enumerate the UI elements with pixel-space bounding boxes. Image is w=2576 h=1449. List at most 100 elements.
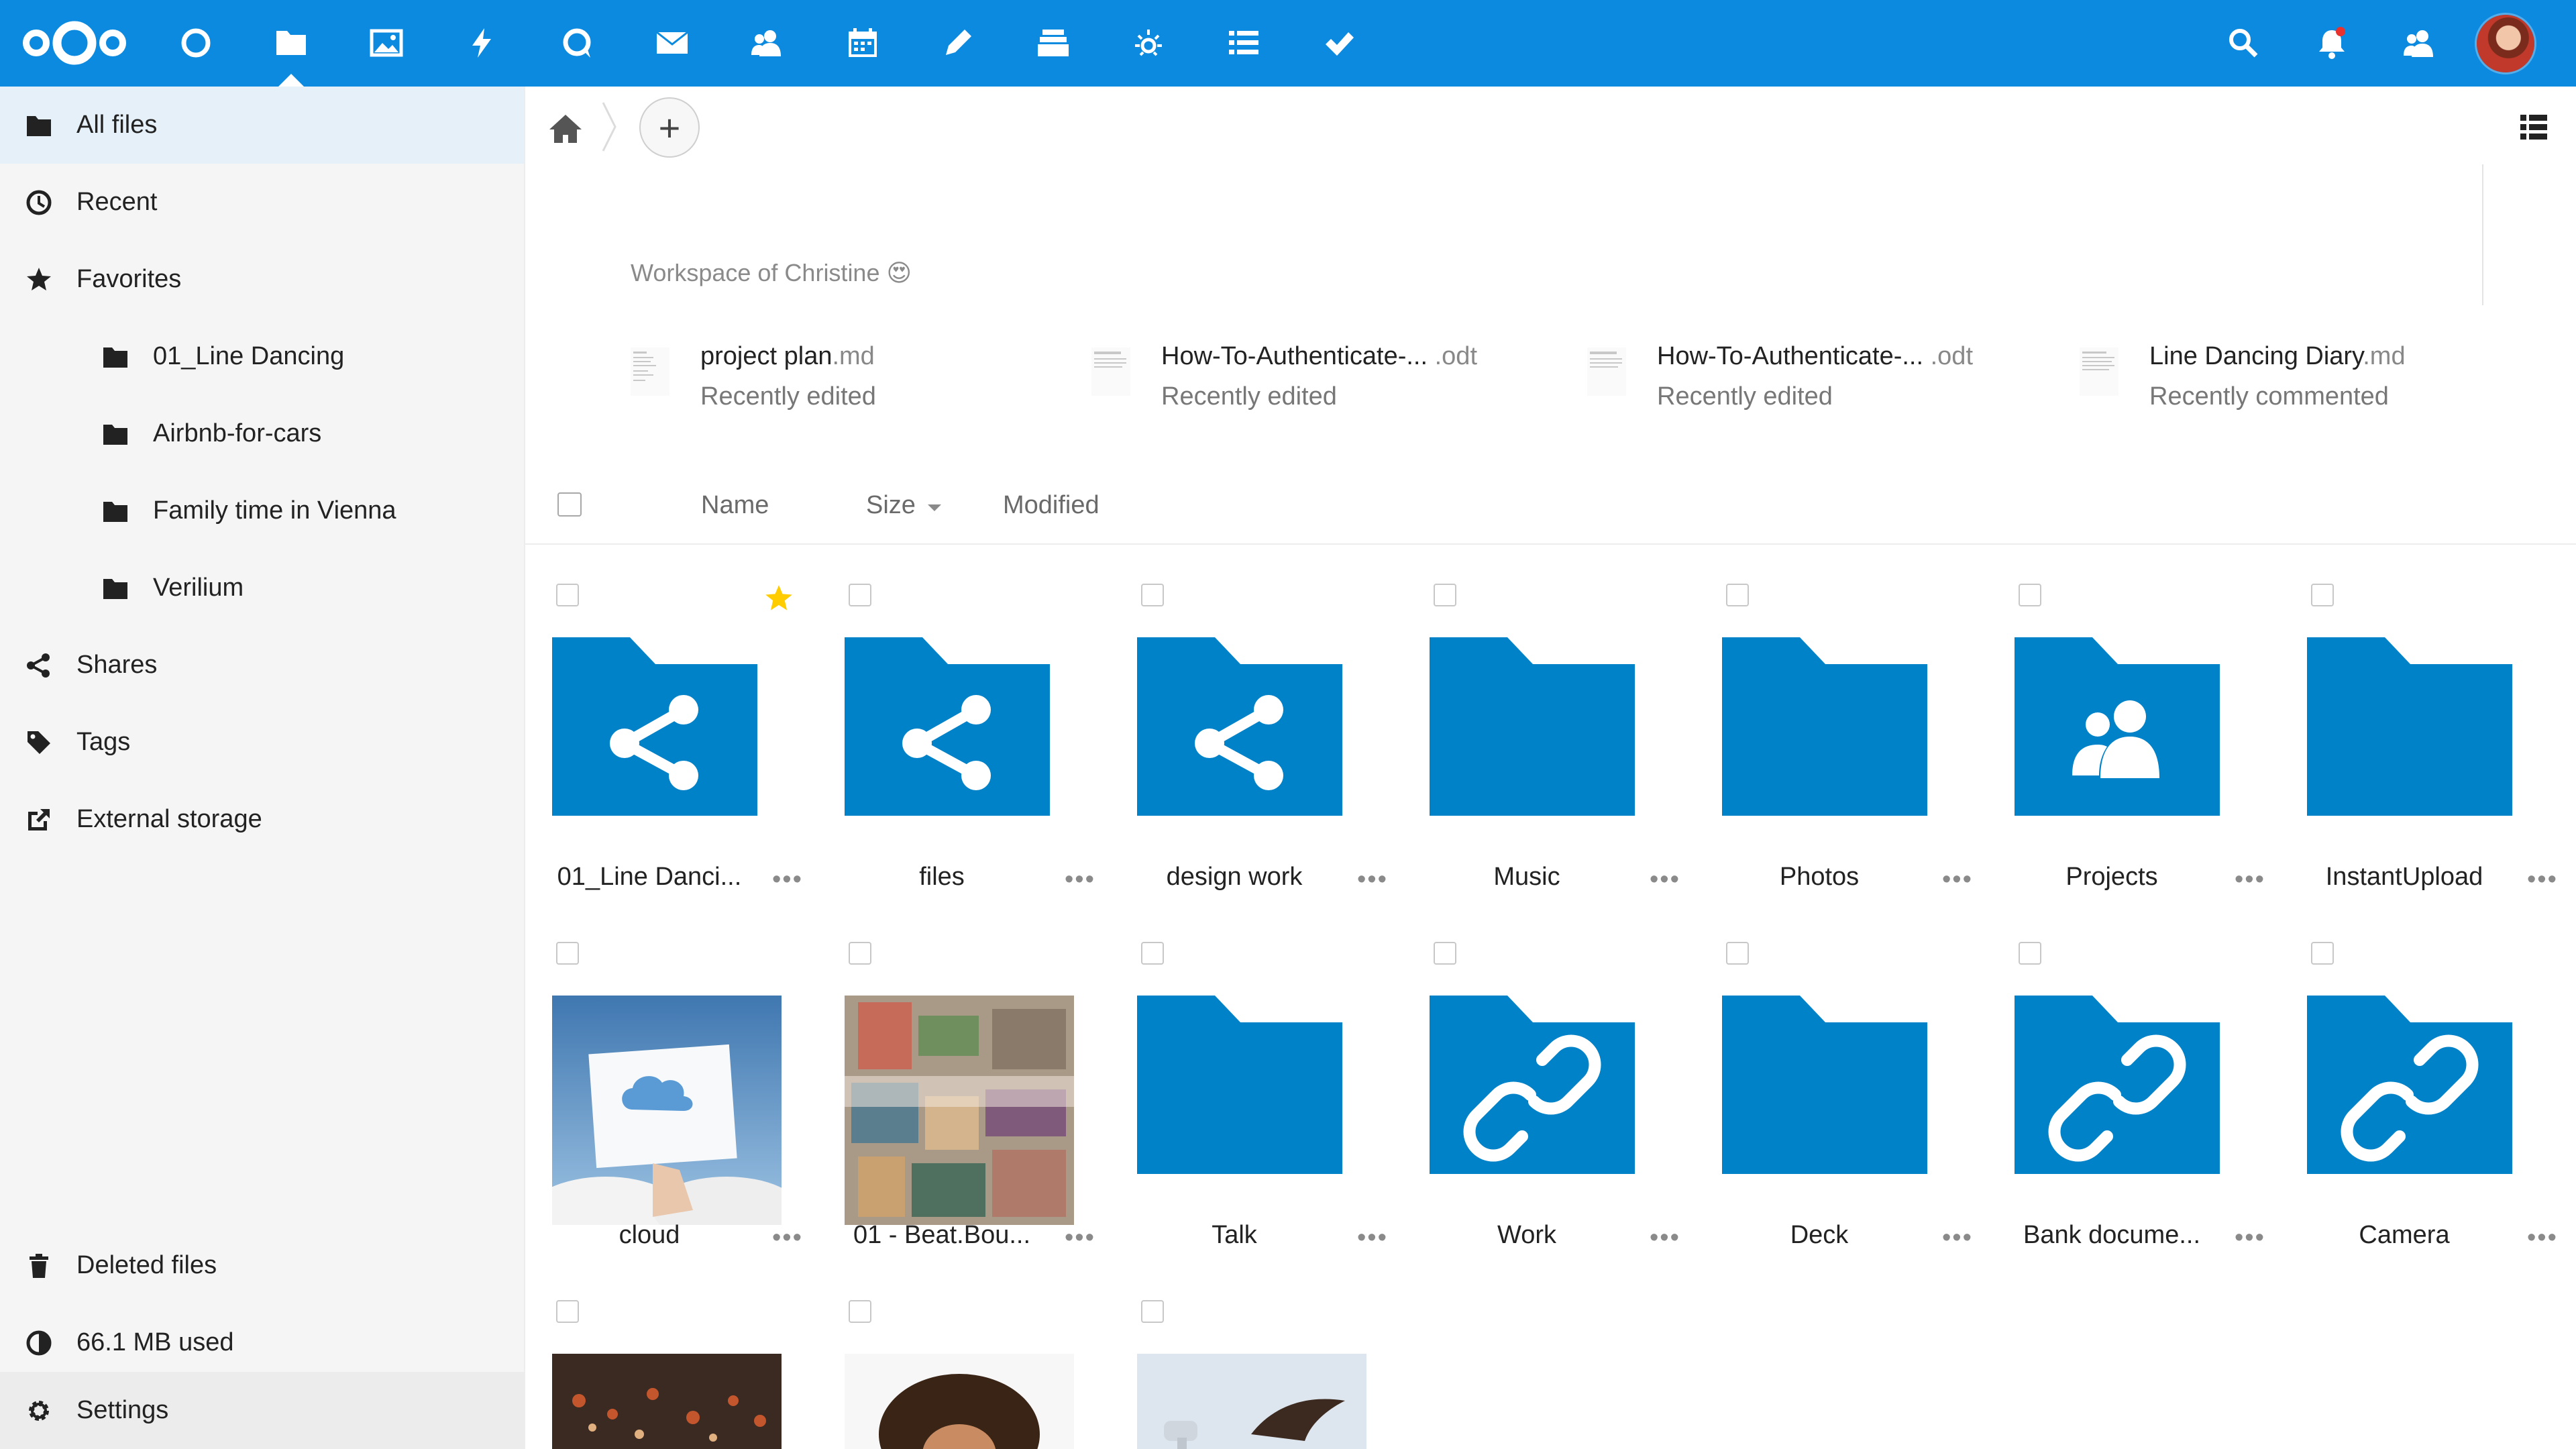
sidebar-item-deleted-files[interactable]: Deleted files <box>0 1227 524 1304</box>
sidebar-item-favorite-folder[interactable]: Airbnb-for-cars <box>0 395 524 472</box>
file-actions-button[interactable]: ••• <box>1650 865 1680 894</box>
file-tile[interactable]: Bank docume... ••• <box>2001 928 2294 1277</box>
file-actions-button[interactable]: ••• <box>772 865 803 894</box>
file-actions-button[interactable]: ••• <box>1357 865 1388 894</box>
sidebar-item-favorite-folder[interactable]: 01_Line Dancing <box>0 318 524 395</box>
file-checkbox[interactable] <box>1141 1300 1164 1323</box>
activity-app-icon[interactable] <box>455 16 508 70</box>
file-checkbox[interactable] <box>2311 942 2334 965</box>
file-checkbox[interactable] <box>556 942 579 965</box>
deck-app-icon[interactable] <box>1026 16 1080 70</box>
file-checkbox[interactable] <box>1434 942 1456 965</box>
new-file-button[interactable]: + <box>639 97 700 158</box>
file-actions-button[interactable]: ••• <box>2235 1224 2265 1252</box>
recent-file-card[interactable]: project plan.md Recently edited <box>631 335 1033 429</box>
sidebar-item-label: Tags <box>76 728 131 756</box>
file-checkbox[interactable] <box>2019 942 2041 965</box>
nextcloud-logo[interactable] <box>20 16 129 70</box>
file-checkbox[interactable] <box>1726 942 1749 965</box>
file-tile[interactable]: Deck ••• <box>1709 928 2001 1277</box>
sidebar-item-favorite-folder[interactable]: Verilium <box>0 549 524 627</box>
contacts-menu-icon[interactable] <box>2392 16 2446 70</box>
column-modified-header[interactable]: Modified <box>1003 491 1099 520</box>
file-checkbox[interactable] <box>1726 584 1749 606</box>
sidebar-item-shares[interactable]: Shares <box>0 627 524 704</box>
file-actions-button[interactable]: ••• <box>1942 1224 1973 1252</box>
announcements-app-icon[interactable] <box>1122 16 1175 70</box>
file-checkbox[interactable] <box>1141 942 1164 965</box>
document-thumbnail <box>631 347 669 396</box>
file-checkbox[interactable] <box>1141 584 1164 606</box>
file-tile[interactable]: 01 - Beat.Bou... ••• <box>831 928 1124 1277</box>
file-tile[interactable] <box>1124 1287 1416 1449</box>
contacts-app-icon[interactable] <box>741 16 794 70</box>
select-all-checkbox[interactable] <box>557 492 582 517</box>
tasks-app-icon[interactable] <box>1217 16 1271 70</box>
file-checkbox[interactable] <box>2311 584 2334 606</box>
file-checkbox[interactable] <box>556 584 579 606</box>
sidebar-item-favorite-folder[interactable]: Family time in Vienna <box>0 472 524 549</box>
mail-app-icon[interactable] <box>645 16 699 70</box>
recent-file-name: How-To-Authenticate-... .odt <box>1161 342 1477 371</box>
sidebar-item-external-storage[interactable]: External storage <box>0 781 524 858</box>
file-extension: .odt <box>1428 342 1478 370</box>
sidebar-item-recent[interactable]: Recent <box>0 164 524 241</box>
user-avatar[interactable] <box>2477 15 2534 72</box>
file-actions-button[interactable]: ••• <box>1065 865 1095 894</box>
file-tile[interactable]: Photos ••• <box>1709 570 2001 919</box>
file-tile[interactable]: Talk ••• <box>1124 928 1416 1277</box>
talk-app-icon[interactable] <box>550 16 604 70</box>
recent-file-status: Recently edited <box>700 382 876 411</box>
list-view-toggle-icon[interactable] <box>2518 111 2550 143</box>
file-tile[interactable]: 01_Line Danci... ••• <box>539 570 831 919</box>
favorite-star-icon[interactable] <box>764 584 794 613</box>
file-tile[interactable]: Projects ••• <box>2001 570 2294 919</box>
calendar-app-icon[interactable] <box>836 16 890 70</box>
file-checkbox[interactable] <box>2019 584 2041 606</box>
file-checkbox[interactable] <box>849 584 871 606</box>
file-tile[interactable]: InstantUpload ••• <box>2294 570 2576 919</box>
column-size-header[interactable]: Size <box>866 491 916 520</box>
file-tile[interactable]: design work ••• <box>1124 570 1416 919</box>
file-actions-button[interactable]: ••• <box>772 1224 803 1252</box>
file-checkbox[interactable] <box>1434 584 1456 606</box>
notes-app-icon[interactable] <box>931 16 985 70</box>
files-app-icon[interactable] <box>264 16 318 70</box>
search-icon[interactable] <box>2216 16 2270 70</box>
recent-file-card[interactable]: How-To-Authenticate-... .odt Recently ed… <box>1587 335 2017 429</box>
file-tile[interactable]: files ••• <box>831 570 1124 919</box>
checkmark-app-icon[interactable] <box>1312 16 1366 70</box>
file-tile[interactable]: Camera ••• <box>2294 928 2576 1277</box>
sidebar-item-quota[interactable]: 66.1 MB used <box>0 1304 524 1381</box>
file-tile[interactable]: Work ••• <box>1416 928 1709 1277</box>
sidebar-item-tags[interactable]: Tags <box>0 704 524 781</box>
sidebar-item-all-files[interactable]: All files <box>0 87 524 164</box>
file-basename: Line Dancing Diary <box>2149 342 2363 370</box>
photos-app-icon[interactable] <box>360 16 413 70</box>
dashboard-app-icon[interactable] <box>169 16 223 70</box>
file-tile[interactable]: Music ••• <box>1416 570 1709 919</box>
settings-button[interactable]: Settings <box>0 1372 524 1449</box>
file-checkbox[interactable] <box>556 1300 579 1323</box>
file-tile[interactable] <box>831 1287 1124 1449</box>
file-checkbox[interactable] <box>849 942 871 965</box>
column-name-header[interactable]: Name <box>701 491 769 520</box>
home-icon[interactable] <box>545 109 586 150</box>
file-actions-button[interactable]: ••• <box>1357 1224 1388 1252</box>
folder-icon <box>2307 637 2512 816</box>
recent-file-card[interactable]: How-To-Authenticate-... .odt Recently ed… <box>1091 335 1521 429</box>
file-actions-button[interactable]: ••• <box>2527 1224 2558 1252</box>
sidebar-item-label: Favorites <box>76 265 182 293</box>
file-tile[interactable] <box>539 1287 831 1449</box>
file-actions-button[interactable]: ••• <box>1065 1224 1095 1252</box>
file-checkbox[interactable] <box>849 1300 871 1323</box>
sidebar-item-favorites[interactable]: Favorites <box>0 241 524 318</box>
file-actions-button[interactable]: ••• <box>2235 865 2265 894</box>
file-name: 01_Line Danci... <box>557 863 742 891</box>
notifications-bell-icon[interactable] <box>2305 16 2359 70</box>
file-tile[interactable]: cloud ••• <box>539 928 831 1277</box>
file-actions-button[interactable]: ••• <box>2527 865 2558 894</box>
file-actions-button[interactable]: ••• <box>1942 865 1973 894</box>
file-actions-button[interactable]: ••• <box>1650 1224 1680 1252</box>
recent-file-card[interactable]: Line Dancing Diary.md Recently commented <box>2080 335 2482 429</box>
